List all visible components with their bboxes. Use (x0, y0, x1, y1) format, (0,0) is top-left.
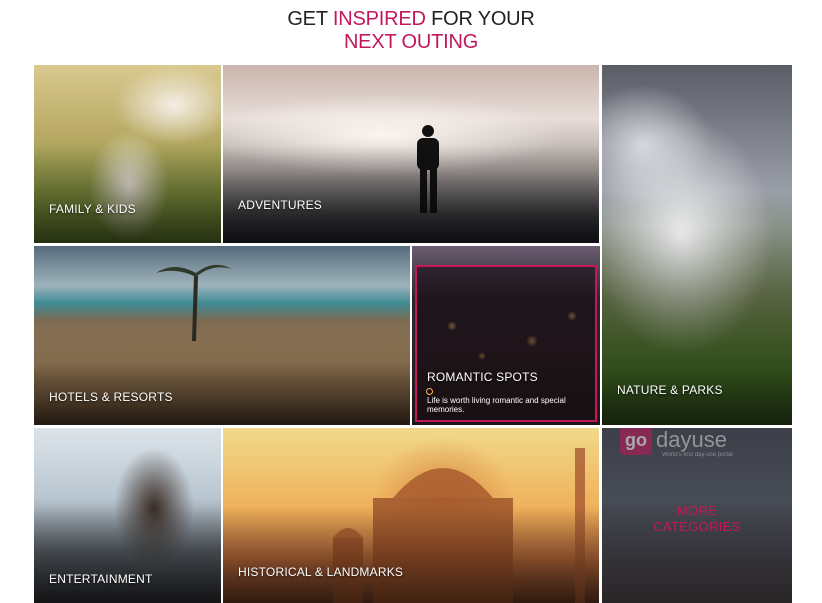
tile-shade (34, 506, 221, 603)
more-categories-label: MORE CATEGORIES (602, 503, 792, 535)
tile-shade (223, 145, 599, 243)
tile-shade (34, 326, 410, 425)
logo-go: go (620, 428, 652, 455)
tile-label: HOTELS & RESORTS (49, 390, 173, 404)
category-tile-romantic-spots[interactable]: ROMANTIC SPOTS Life is worth living roma… (412, 246, 600, 425)
title-prefix: GET (287, 8, 333, 30)
page-title: GET INSPIRED FOR YOUR NEXT OUTING (0, 8, 822, 54)
title-line-2: NEXT OUTING (343, 31, 479, 53)
category-tile-entertainment[interactable]: ENTERTAINMENT (34, 428, 221, 603)
tile-label: NATURE & PARKS (617, 383, 723, 397)
tile-description: Life is worth living romantic and specia… (427, 396, 566, 414)
category-tile-nature-parks[interactable]: NATURE & PARKS (602, 65, 792, 425)
tile-shade (223, 506, 599, 603)
title-line-1: GET INSPIRED FOR YOUR (0, 8, 822, 31)
more-label-line-2: CATEGORIES (653, 519, 741, 534)
tile-shade (34, 145, 221, 243)
tile-label: FAMILY & KIDS (49, 202, 136, 216)
more-label-line-1: MORE (676, 503, 718, 518)
category-tile-hotels-resorts[interactable]: HOTELS & RESORTS (34, 246, 410, 425)
title-accent: INSPIRED (332, 8, 426, 30)
tile-label: ROMANTIC SPOTS (427, 370, 538, 384)
category-tile-family-kids[interactable]: FAMILY & KIDS (34, 65, 221, 243)
tile-label: ADVENTURES (238, 198, 323, 212)
more-categories-tile[interactable]: go dayuse World's first day-use portal M… (602, 428, 792, 603)
tile-label: HISTORICAL & LANDMARKS (238, 565, 404, 579)
logo-tagline: World's first day-use portal (662, 452, 733, 458)
category-tile-historical-landmarks[interactable]: HISTORICAL & LANDMARKS (223, 428, 599, 603)
tile-label: ENTERTAINMENT (49, 572, 153, 586)
title-suffix: FOR YOUR (425, 8, 535, 30)
category-tile-adventures[interactable]: ADVENTURES (223, 65, 599, 243)
bullet-icon (426, 388, 433, 395)
logo-word: dayuse (656, 428, 727, 452)
